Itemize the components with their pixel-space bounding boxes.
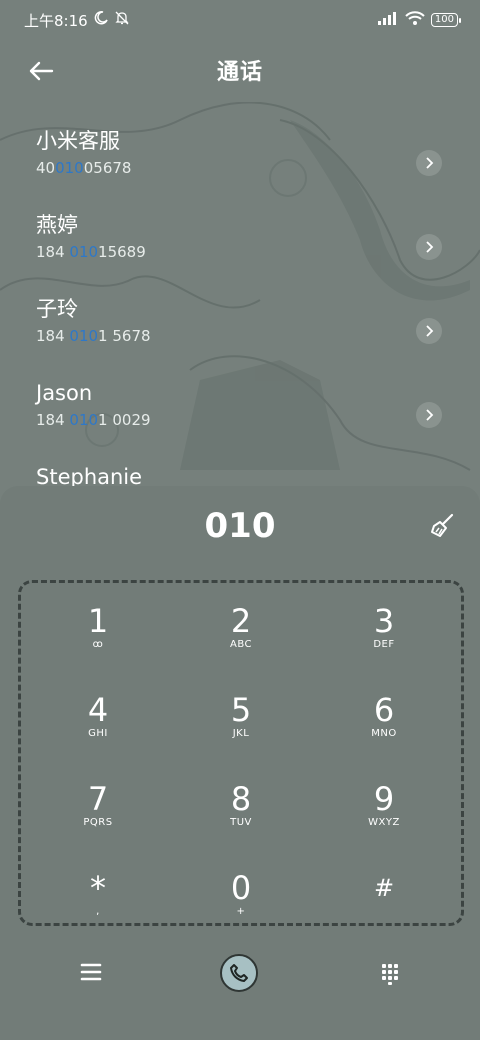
- match-highlight: 010: [69, 243, 99, 261]
- menu-icon: [80, 963, 102, 981]
- contact-name: 燕婷: [36, 213, 78, 237]
- mute-icon: [114, 10, 130, 30]
- chevron-right-icon: [426, 409, 434, 421]
- menu-button[interactable]: [80, 962, 102, 982]
- key-3[interactable]: 3 DEF: [334, 601, 434, 681]
- contact-item[interactable]: Stephanie: [36, 464, 456, 486]
- contact-item[interactable]: Jason 184 0101 0029: [36, 380, 456, 452]
- match-highlight: 010: [55, 159, 84, 177]
- contact-item[interactable]: 子玲 184 0101 5678: [36, 296, 456, 368]
- dialpad-icon: [382, 964, 398, 985]
- status-time: 上午8:16: [24, 11, 88, 30]
- contact-detail-button[interactable]: [416, 150, 442, 176]
- clear-button[interactable]: [428, 512, 456, 540]
- key-4[interactable]: 4 GHI: [48, 690, 148, 770]
- key-6[interactable]: 6 MNO: [334, 690, 434, 770]
- key-hash[interactable]: #: [334, 868, 434, 948]
- broom-icon: [431, 513, 454, 537]
- contact-number: 4001005678: [36, 159, 132, 177]
- key-2[interactable]: 2 ABC: [191, 601, 291, 681]
- key-7[interactable]: 7 PQRS: [48, 779, 148, 859]
- page-title: 通话: [216, 60, 263, 85]
- call-button[interactable]: [220, 954, 258, 992]
- contact-name: Stephanie: [36, 465, 143, 486]
- match-highlight: 010: [69, 327, 99, 345]
- chevron-right-icon: [426, 157, 434, 169]
- moon-icon: [94, 11, 108, 29]
- key-5[interactable]: 5 JKL: [191, 690, 291, 770]
- contact-number: 184 0101 0029: [36, 411, 151, 429]
- chevron-right-icon: [426, 241, 434, 253]
- contact-name: 小米客服: [36, 129, 120, 153]
- key-0[interactable]: 0 +: [191, 868, 291, 948]
- wifi-icon: [405, 10, 425, 30]
- key-1[interactable]: 1ꝏ: [48, 601, 148, 681]
- contact-name: Jason: [36, 381, 93, 405]
- dialpad-toggle-button[interactable]: [378, 962, 402, 986]
- signal-icon: [377, 11, 399, 29]
- phone-icon: [230, 964, 248, 982]
- contact-item[interactable]: 小米客服 4001005678: [36, 128, 456, 200]
- dialpad: 1ꝏ 2 ABC 3 DEF 4 GHI 5 JKL 6 MNO 7 PQRS 8 TUV 9…: [18, 580, 464, 926]
- key-9[interactable]: 9 WXYZ: [334, 779, 434, 859]
- battery-indicator: 100: [430, 13, 462, 27]
- header: 通话: [0, 40, 480, 102]
- contact-detail-button[interactable]: [416, 402, 442, 428]
- contact-results-list[interactable]: 小米客服 4001005678 燕婷 184 01015689 子玲 184 0…: [0, 102, 480, 486]
- contact-detail-button[interactable]: [416, 234, 442, 260]
- contact-detail-button[interactable]: [416, 318, 442, 344]
- status-bar: 上午8:16 100: [0, 0, 480, 40]
- contact-number: 184 01015689: [36, 243, 146, 261]
- contact-number: 184 0101 5678: [36, 327, 151, 345]
- key-star[interactable]: *,: [48, 868, 148, 948]
- bottom-action-bar: [0, 946, 480, 1006]
- match-highlight: 010: [69, 411, 99, 429]
- key-8[interactable]: 8 TUV: [191, 779, 291, 859]
- contact-name: 子玲: [36, 297, 78, 321]
- dialed-number: 010: [204, 506, 276, 546]
- chevron-right-icon: [426, 325, 434, 337]
- contact-item[interactable]: 燕婷 184 01015689: [36, 212, 456, 284]
